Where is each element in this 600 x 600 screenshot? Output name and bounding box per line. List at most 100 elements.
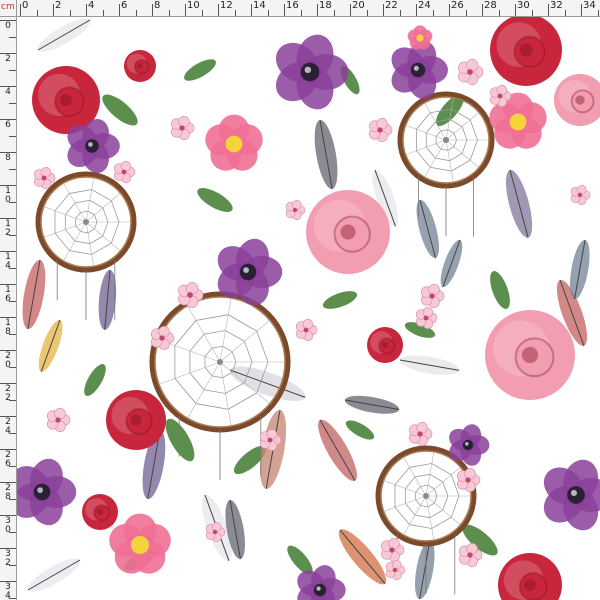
wild-rose-icon (109, 513, 171, 574)
ruler-x-label: 16 (286, 0, 299, 11)
blossom-icon (415, 306, 438, 330)
ruler-y-label: 8 (5, 153, 11, 163)
ruler-tick (399, 10, 401, 16)
leaf-icon (322, 291, 358, 309)
feather-icon (399, 355, 460, 375)
blossom-icon (295, 318, 318, 342)
poppy-icon (449, 424, 490, 466)
ruler-y-label: 32 (5, 549, 11, 568)
ruler-y-label: 0 (5, 21, 11, 31)
ruler-tick (498, 10, 500, 16)
ruler-y-label: 12 (5, 219, 11, 238)
ruler-tick (416, 4, 417, 16)
poppy-icon (275, 34, 349, 110)
blossom-icon (380, 538, 405, 562)
ruler-tick (9, 36, 16, 38)
ruler-tick (333, 10, 335, 16)
ruler-tick (69, 10, 71, 16)
ruler-x-label: 30 (517, 0, 530, 11)
leaf-icon (490, 271, 510, 309)
rose-icon (82, 494, 118, 530)
blossom-icon (285, 199, 306, 221)
leaf-icon (184, 59, 216, 81)
ruler-tick (531, 10, 533, 16)
ruler-tick (9, 102, 16, 104)
floral-dreamcatcher-pattern (11, 14, 600, 600)
ruler-tick (465, 10, 467, 16)
ruler-tick (251, 4, 252, 16)
ruler-tick (515, 4, 516, 16)
leaf-icon (345, 420, 375, 440)
ruler-y-label: 24 (5, 417, 11, 436)
ruler-tick (218, 4, 219, 16)
ruler-y-label: 10 (5, 186, 11, 205)
blossom-icon (570, 184, 591, 206)
ruler-tick (350, 4, 351, 16)
ruler-x-label: 20 (352, 0, 365, 11)
blossom-icon (408, 422, 433, 446)
ruler-x-label: 24 (418, 0, 431, 11)
feather-icon (314, 119, 338, 190)
blossom-icon (385, 559, 406, 581)
rose-icon (367, 327, 403, 363)
ruler-tick (9, 135, 16, 137)
ruler-y-label: 18 (5, 318, 11, 337)
ruler-tick (581, 4, 582, 16)
ruler-x-label: 18 (319, 0, 332, 11)
rose-icon (554, 74, 600, 126)
ruler-x-label: 2 (55, 0, 62, 11)
ruler-x-label: 34 (583, 0, 596, 11)
ruler-y-label: 26 (5, 450, 11, 469)
blossom-icon (170, 116, 195, 140)
horizontal-ruler: 0 2 4 6 8 10 12 14 16 18 20 22 24 26 28 30 32 34 (0, 0, 600, 17)
ruler-tick (135, 10, 137, 16)
feather-icon (415, 539, 435, 600)
blossom-icon (46, 408, 71, 432)
ruler-y-label: 30 (5, 516, 11, 535)
rose-icon (485, 310, 575, 400)
blossom-icon (368, 118, 393, 142)
ruler-x-label: 6 (121, 0, 128, 11)
ruler-y-label: 34 (5, 582, 11, 600)
leaf-icon (197, 188, 233, 212)
ruler-unit-label: cm (0, 0, 17, 17)
ruler-tick (432, 10, 434, 16)
ruler-tick (119, 4, 120, 16)
ruler-tick (20, 4, 21, 16)
ruler-tick (234, 10, 236, 16)
ruler-tick (300, 10, 302, 16)
fabric-preview-canvas: 0 2 4 6 8 10 12 14 16 18 20 22 24 26 28 30 32 34 02468101… (0, 0, 600, 600)
rose-icon (498, 553, 562, 600)
ruler-y-label: 6 (5, 120, 11, 130)
feather-icon (416, 199, 439, 259)
ruler-x-label: 32 (550, 0, 563, 11)
rose-icon (490, 14, 562, 86)
ruler-tick (383, 4, 384, 16)
ruler-tick (53, 4, 54, 16)
ruler-tick (317, 4, 318, 16)
ruler-tick (9, 69, 16, 71)
ruler-x-label: 0 (22, 0, 29, 11)
rose-icon (124, 50, 156, 82)
ruler-tick (36, 10, 38, 16)
ruler-tick (152, 4, 153, 16)
dreamcatcher-icon (35, 171, 137, 321)
ruler-tick (284, 4, 285, 16)
ruler-tick (86, 4, 87, 16)
blossom-icon (458, 59, 484, 85)
ruler-x-label: 14 (253, 0, 266, 11)
rose-icon (106, 390, 166, 450)
poppy-icon (543, 459, 600, 531)
ruler-x-label: 12 (220, 0, 233, 11)
ruler-x-label: 28 (484, 0, 497, 11)
ruler-y-label: 4 (5, 87, 11, 97)
wild-rose-icon (407, 25, 433, 50)
ruler-tick (201, 10, 203, 16)
rose-icon (306, 190, 390, 274)
feather-icon (440, 239, 463, 288)
ruler-y-label: 14 (5, 252, 11, 271)
ruler-tick (185, 4, 186, 16)
ruler-x-label: 22 (385, 0, 398, 11)
ruler-y-label: 20 (5, 351, 11, 370)
feather-icon (38, 319, 63, 372)
